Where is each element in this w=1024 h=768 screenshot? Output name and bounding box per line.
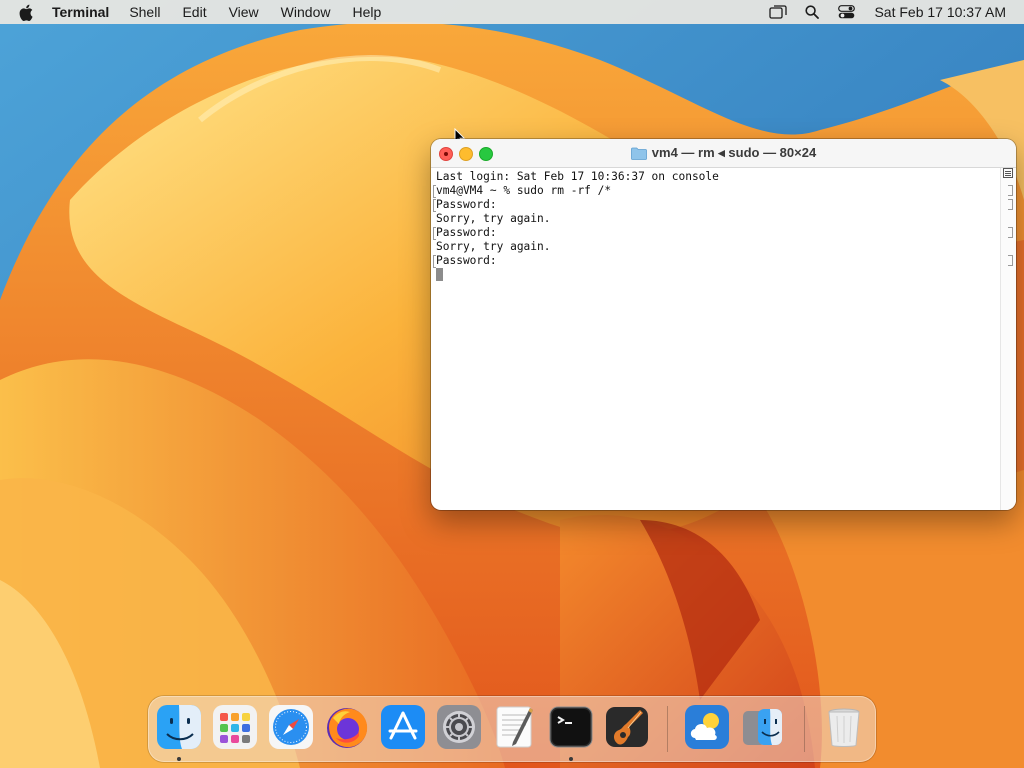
finder-icon[interactable] bbox=[156, 704, 202, 750]
terminal-line: vm4@VM4 ~ % sudo rm -rf /* bbox=[433, 184, 1001, 198]
terminal-line: Password: bbox=[433, 198, 1001, 212]
dock-divider bbox=[667, 706, 668, 752]
terminal-line: Password: bbox=[433, 254, 1001, 268]
menu-window[interactable]: Window bbox=[281, 4, 331, 20]
screen-mirroring-icon[interactable] bbox=[768, 2, 788, 22]
system-settings-icon[interactable] bbox=[436, 704, 482, 750]
trash-icon[interactable] bbox=[821, 704, 867, 750]
dock-divider bbox=[804, 706, 805, 752]
terminal-window[interactable]: vm4 — rm ◂ sudo — 80×24 Last login: Sat … bbox=[431, 139, 1016, 510]
folder-icon bbox=[630, 147, 647, 160]
terminal-line: Sorry, try again. bbox=[436, 212, 551, 225]
apple-logo-icon[interactable] bbox=[16, 2, 36, 22]
terminal-output[interactable]: Last login: Sat Feb 17 10:36:37 on conso… bbox=[431, 168, 1001, 510]
firefox-icon[interactable] bbox=[324, 704, 370, 750]
split-pane-icon[interactable] bbox=[1003, 168, 1013, 178]
dock bbox=[148, 696, 876, 762]
terminal-line: Last login: Sat Feb 17 10:36:37 on conso… bbox=[436, 170, 719, 183]
weather-icon[interactable] bbox=[684, 704, 730, 750]
running-indicator bbox=[569, 757, 573, 761]
menu-bar: Terminal Shell Edit View Window Help Sat… bbox=[0, 0, 1024, 24]
window-titlebar[interactable]: vm4 — rm ◂ sudo — 80×24 bbox=[431, 139, 1016, 168]
menu-view[interactable]: View bbox=[229, 4, 259, 20]
textedit-icon[interactable] bbox=[492, 704, 538, 750]
terminal-icon[interactable] bbox=[548, 704, 594, 750]
window-title: vm4 — rm ◂ sudo — 80×24 bbox=[431, 139, 1016, 167]
launchpad-icon[interactable] bbox=[212, 704, 258, 750]
line-mark bbox=[1008, 255, 1013, 266]
menu-edit[interactable]: Edit bbox=[182, 4, 206, 20]
app-store-icon[interactable] bbox=[380, 704, 426, 750]
line-mark bbox=[1008, 185, 1013, 196]
menu-app-name[interactable]: Terminal bbox=[52, 4, 109, 20]
terminal-line: Sorry, try again. bbox=[436, 240, 551, 253]
terminal-scrollbar[interactable] bbox=[1000, 168, 1016, 510]
garageband-icon[interactable] bbox=[604, 704, 650, 750]
line-mark bbox=[1008, 227, 1013, 238]
menu-shell[interactable]: Shell bbox=[129, 4, 160, 20]
safari-icon[interactable] bbox=[268, 704, 314, 750]
menu-help[interactable]: Help bbox=[352, 4, 381, 20]
terminal-line: Password: bbox=[433, 226, 1001, 240]
migration-assistant-icon[interactable] bbox=[740, 704, 786, 750]
control-center-icon[interactable] bbox=[836, 2, 856, 22]
running-indicator bbox=[177, 757, 181, 761]
line-mark bbox=[1008, 199, 1013, 210]
text-cursor bbox=[436, 268, 443, 281]
window-title-text: vm4 — rm ◂ sudo — 80×24 bbox=[651, 145, 817, 160]
menu-bar-clock[interactable]: Sat Feb 17 10:37 AM bbox=[874, 4, 1006, 20]
spotlight-search-icon[interactable] bbox=[802, 2, 822, 22]
